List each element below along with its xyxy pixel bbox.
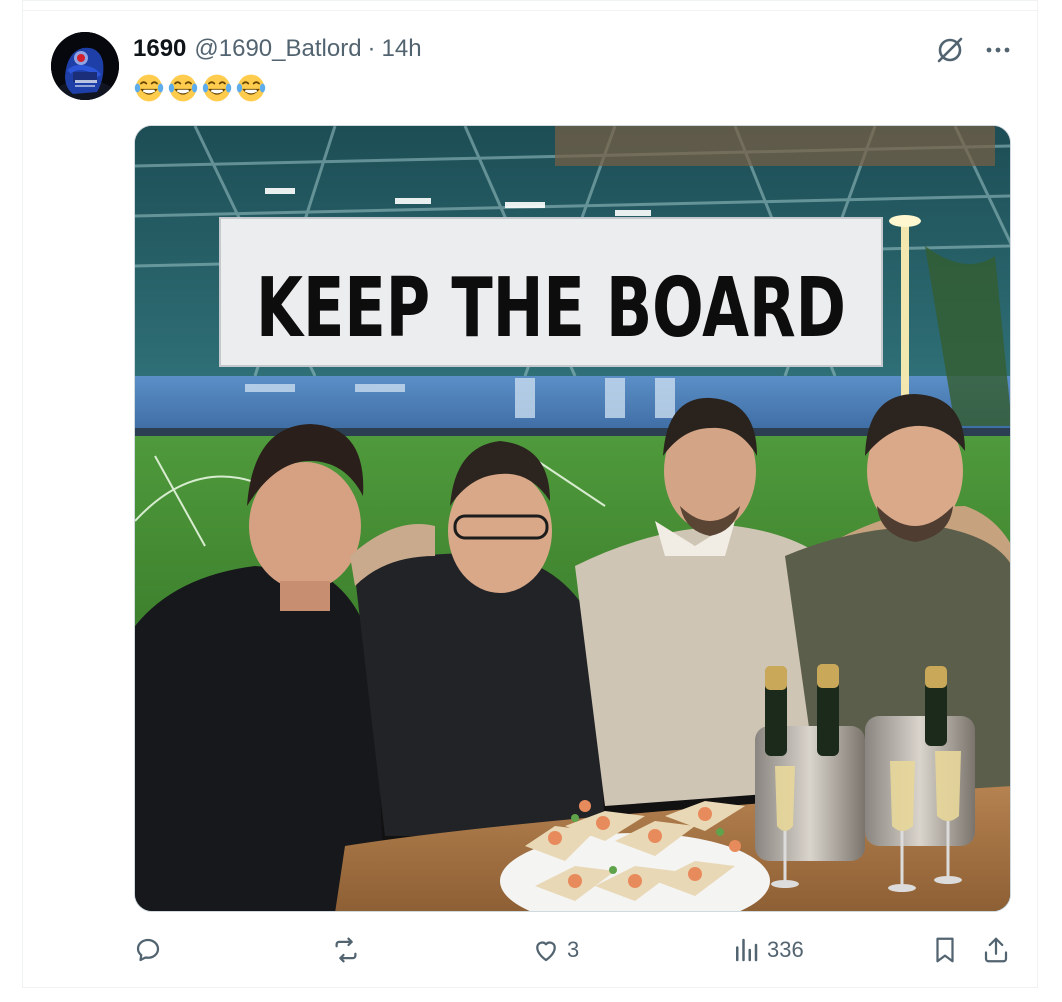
share-button[interactable] bbox=[981, 930, 1011, 970]
tweet-text bbox=[133, 70, 267, 106]
heart-icon bbox=[536, 941, 556, 962]
tweet-photo[interactable]: KEEP THE BOARD bbox=[134, 125, 1011, 912]
tears-of-joy-emoji bbox=[134, 74, 164, 102]
retweet-button[interactable] bbox=[331, 930, 367, 970]
like-count: 3 bbox=[567, 937, 580, 962]
tears-of-joy-emoji bbox=[202, 74, 232, 102]
views-button[interactable]: 336 bbox=[731, 930, 804, 970]
bookmark-button[interactable] bbox=[930, 930, 960, 970]
user-handle[interactable]: @1690_Batlord bbox=[194, 35, 361, 63]
tweet-action-bar: 3 336 bbox=[133, 930, 1016, 970]
avatar[interactable] bbox=[51, 32, 119, 100]
tears-of-joy-emoji bbox=[236, 74, 266, 102]
like-button[interactable]: 3 bbox=[531, 930, 579, 970]
display-name[interactable]: 1690 bbox=[133, 35, 186, 63]
avatar-image bbox=[51, 32, 119, 100]
tears-of-joy-emoji bbox=[168, 74, 198, 102]
grok-icon[interactable] bbox=[934, 34, 966, 66]
bookmark-icon bbox=[936, 937, 954, 963]
reply-icon bbox=[136, 938, 160, 962]
retweet-icon bbox=[335, 937, 357, 963]
timeline-page: 1690 @1690_Batlord · 14h KEEP THE BOARD … bbox=[0, 0, 1062, 1002]
reply-button[interactable] bbox=[133, 930, 169, 970]
banner-text: KEEP THE BOARD bbox=[256, 261, 846, 356]
tweet-timestamp[interactable]: 14h bbox=[382, 35, 422, 63]
photo-illustration: KEEP THE BOARD bbox=[135, 126, 1010, 911]
more-icon[interactable] bbox=[982, 34, 1014, 66]
views-count: 336 bbox=[767, 937, 804, 962]
separator-dot: · bbox=[367, 35, 376, 62]
tweet-header: 1690 @1690_Batlord · 14h bbox=[133, 34, 422, 64]
views-icon bbox=[736, 938, 758, 962]
share-icon bbox=[984, 937, 1008, 963]
